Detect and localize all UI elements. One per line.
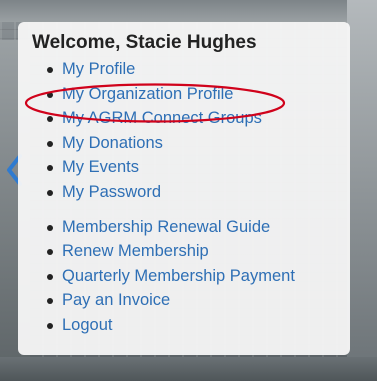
menu-item-membership-renewal-guide[interactable]: Membership Renewal Guide [47,215,338,240]
menu-item-my-password[interactable]: My Password [47,180,338,205]
account-links-list: My Profile My Organization Profile My AG… [32,57,338,205]
menu-item-quarterly-membership-payment[interactable]: Quarterly Membership Payment [47,264,338,289]
background-building-right [347,0,377,381]
menu-item-pay-an-invoice[interactable]: Pay an Invoice [47,288,338,313]
menu-item-renew-membership[interactable]: Renew Membership [47,239,338,264]
membership-links-list: Membership Renewal Guide Renew Membershi… [32,215,338,338]
account-menu-panel: Welcome, Stacie Hughes My Profile My Org… [18,22,350,355]
background-bottom-strip [0,357,377,381]
background-top-strip [0,0,377,22]
welcome-heading: Welcome, Stacie Hughes [32,32,257,53]
menu-item-my-donations[interactable]: My Donations [47,131,338,156]
menu-item-my-organization-profile[interactable]: My Organization Profile [47,82,338,107]
menu-item-my-profile[interactable]: My Profile [47,57,338,82]
menu-item-my-agrm-connect-groups[interactable]: My AGRM Connect Groups [47,106,338,131]
menu-item-logout[interactable]: Logout [47,313,338,338]
menu-item-my-events[interactable]: My Events [47,155,338,180]
